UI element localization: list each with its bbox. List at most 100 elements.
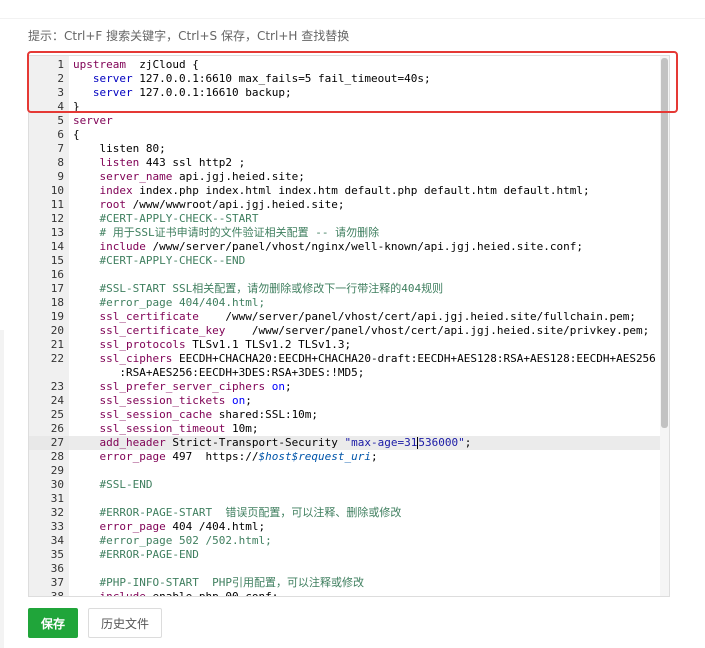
- code-token: enable-php-00.conf;: [145, 590, 279, 597]
- line-code: #SSL-END: [73, 478, 153, 492]
- code-line[interactable]: 32 #ERROR-PAGE-START 错误页配置，可以注释、删除或修改: [29, 506, 660, 520]
- code-line[interactable]: 1 upstream zjCloud {: [29, 58, 660, 72]
- code-token: Strict-Transport-Security: [165, 436, 345, 449]
- line-code: ssl_ciphers EECDH+CHACHA20:EECDH+CHACHA2…: [73, 352, 656, 380]
- line-number: 27: [50, 436, 64, 449]
- code-line[interactable]: 2 server 127.0.0.1:6610 max_fails=5 fail…: [29, 72, 660, 86]
- code-line[interactable]: 15 #CERT-APPLY-CHECK--END: [29, 254, 660, 268]
- code-line[interactable]: 17 #SSL-START SSL相关配置，请勿删除或修改下一行带注释的404规…: [29, 282, 660, 296]
- line-number: 35: [50, 548, 64, 561]
- line-code: root /www/wwwroot/api.jgj.heied.site;: [73, 198, 345, 212]
- save-button[interactable]: 保存: [28, 608, 78, 638]
- line-code: #ERROR-PAGE-START 错误页配置，可以注释、删除或修改: [73, 506, 402, 520]
- code-line[interactable]: 7 listen 80;: [29, 142, 660, 156]
- code-line[interactable]: 13 # 用于SSL证书申请时的文件验证相关配置 -- 请勿删除: [29, 226, 660, 240]
- code-lines[interactable]: 1 upstream zjCloud {2 server 127.0.0.1:66…: [29, 58, 660, 597]
- line-number: 8: [57, 156, 64, 169]
- code-token: on: [271, 380, 285, 393]
- code-line[interactable]: 25 ssl_session_cache shared:SSL:10m;: [29, 408, 660, 422]
- code-line[interactable]: 19 ssl_certificate /www/server/panel/vho…: [29, 310, 660, 324]
- code-token: # 用于SSL证书申请时的文件验证相关配置 -- 请勿删除: [99, 226, 380, 239]
- code-token: #error_page 502 /502.html;: [99, 534, 272, 547]
- code-line[interactable]: 16: [29, 268, 660, 282]
- code-token: ssl_prefer_server_ciphers: [99, 380, 266, 393]
- code-line[interactable]: 5 server: [29, 114, 660, 128]
- line-number: 19: [50, 310, 64, 323]
- editor-scrollbar[interactable]: [660, 56, 669, 596]
- code-token: 497 https://: [165, 450, 259, 463]
- code-line[interactable]: 8 listen 443 ssl http2 ;: [29, 156, 660, 170]
- code-line[interactable]: 3 server 127.0.0.1:16610 backup;: [29, 86, 660, 100]
- code-line[interactable]: 14 include /www/server/panel/vhost/nginx…: [29, 240, 660, 254]
- line-code: ssl_session_cache shared:SSL:10m;: [73, 408, 319, 422]
- editor-scroll-thumb[interactable]: [661, 58, 668, 428]
- line-code: #ERROR-PAGE-END: [73, 548, 199, 562]
- code-token: upstream: [73, 58, 126, 71]
- line-number: 24: [50, 394, 64, 407]
- code-line[interactable]: 38 include enable-php-00.conf;: [29, 590, 660, 597]
- line-code: #CERT-APPLY-CHECK--START: [73, 212, 259, 226]
- code-line[interactable]: 21 ssl_protocols TLSv1.1 TLSv1.2 TLSv1.3…: [29, 338, 660, 352]
- line-code: listen 443 ssl http2 ;: [73, 156, 246, 170]
- code-token: ssl_session_tickets: [99, 394, 226, 407]
- code-line[interactable]: 28 error_page 497 https://$host$request_…: [29, 450, 660, 464]
- line-code: #CERT-APPLY-CHECK--END: [73, 254, 246, 268]
- code-token: ;: [245, 394, 252, 407]
- line-code: server_name api.jgj.heied.site;: [73, 170, 305, 184]
- code-line[interactable]: 11 root /www/wwwroot/api.jgj.heied.site;: [29, 198, 660, 212]
- line-number: 20: [50, 324, 64, 337]
- code-token: server: [73, 114, 113, 127]
- code-line[interactable]: 34 #error_page 502 /502.html;: [29, 534, 660, 548]
- code-line[interactable]: 37 #PHP-INFO-START PHP引用配置，可以注释或修改: [29, 576, 660, 590]
- code-line[interactable]: 22 ssl_ciphers EECDH+CHACHA20:EECDH+CHAC…: [29, 352, 660, 380]
- code-token: index.php index.html index.htm default.p…: [132, 184, 590, 197]
- code-line[interactable]: 27 add_header Strict-Transport-Security …: [29, 436, 660, 450]
- code-line[interactable]: 18 #error_page 404/404.html;: [29, 296, 660, 310]
- left-edge-panel: [0, 330, 4, 648]
- code-line[interactable]: 23 ssl_prefer_server_ciphers on;: [29, 380, 660, 394]
- line-number: 25: [50, 408, 64, 421]
- code-token: "max-age=31: [344, 436, 418, 449]
- code-token: }: [73, 100, 80, 113]
- code-token: /www/server/panel/vhost/nginx/well-known…: [145, 240, 583, 253]
- code-line[interactable]: 9 server_name api.jgj.heied.site;: [29, 170, 660, 184]
- code-token: ssl_session_cache: [99, 408, 213, 421]
- line-code: #SSL-START SSL相关配置，请勿删除或修改下一行带注释的404规则: [73, 282, 444, 296]
- code-line[interactable]: 31: [29, 492, 660, 506]
- code-token: 10m;: [225, 422, 259, 435]
- line-code: index index.php index.html index.htm def…: [73, 184, 590, 198]
- code-token: /www/server/panel/vhost/cert/api.jgj.hei…: [225, 324, 650, 337]
- line-number: 12: [50, 212, 64, 225]
- code-line[interactable]: 30 #SSL-END: [29, 478, 660, 492]
- code-token: /www/wwwroot/api.jgj.heied.site;: [126, 198, 345, 211]
- code-token: #SSL-START SSL相关配置，请勿删除或修改下一行带注释的404规则: [99, 282, 444, 295]
- code-line[interactable]: 20 ssl_certificate_key /www/server/panel…: [29, 324, 660, 338]
- line-code: ssl_prefer_server_ciphers on;: [73, 380, 292, 394]
- code-line[interactable]: 26 ssl_session_timeout 10m;: [29, 422, 660, 436]
- code-line[interactable]: 35 #ERROR-PAGE-END: [29, 548, 660, 562]
- code-token: ssl_protocols: [99, 338, 186, 351]
- code-token: root: [99, 198, 127, 211]
- history-files-button[interactable]: 历史文件: [88, 608, 162, 638]
- code-line[interactable]: 10 index index.php index.html index.htm …: [29, 184, 660, 198]
- code-line[interactable]: 6{: [29, 128, 660, 142]
- code-line[interactable]: 4}: [29, 100, 660, 114]
- line-number: 23: [50, 380, 64, 393]
- code-line[interactable]: 33 error_page 404 /404.html;: [29, 520, 660, 534]
- code-line[interactable]: 12 #CERT-APPLY-CHECK--START: [29, 212, 660, 226]
- code-line[interactable]: 29: [29, 464, 660, 478]
- code-line[interactable]: 24 ssl_session_tickets on;: [29, 394, 660, 408]
- code-editor[interactable]: 1 upstream zjCloud {2 server 127.0.0.1:66…: [28, 55, 670, 597]
- code-line[interactable]: 36: [29, 562, 660, 576]
